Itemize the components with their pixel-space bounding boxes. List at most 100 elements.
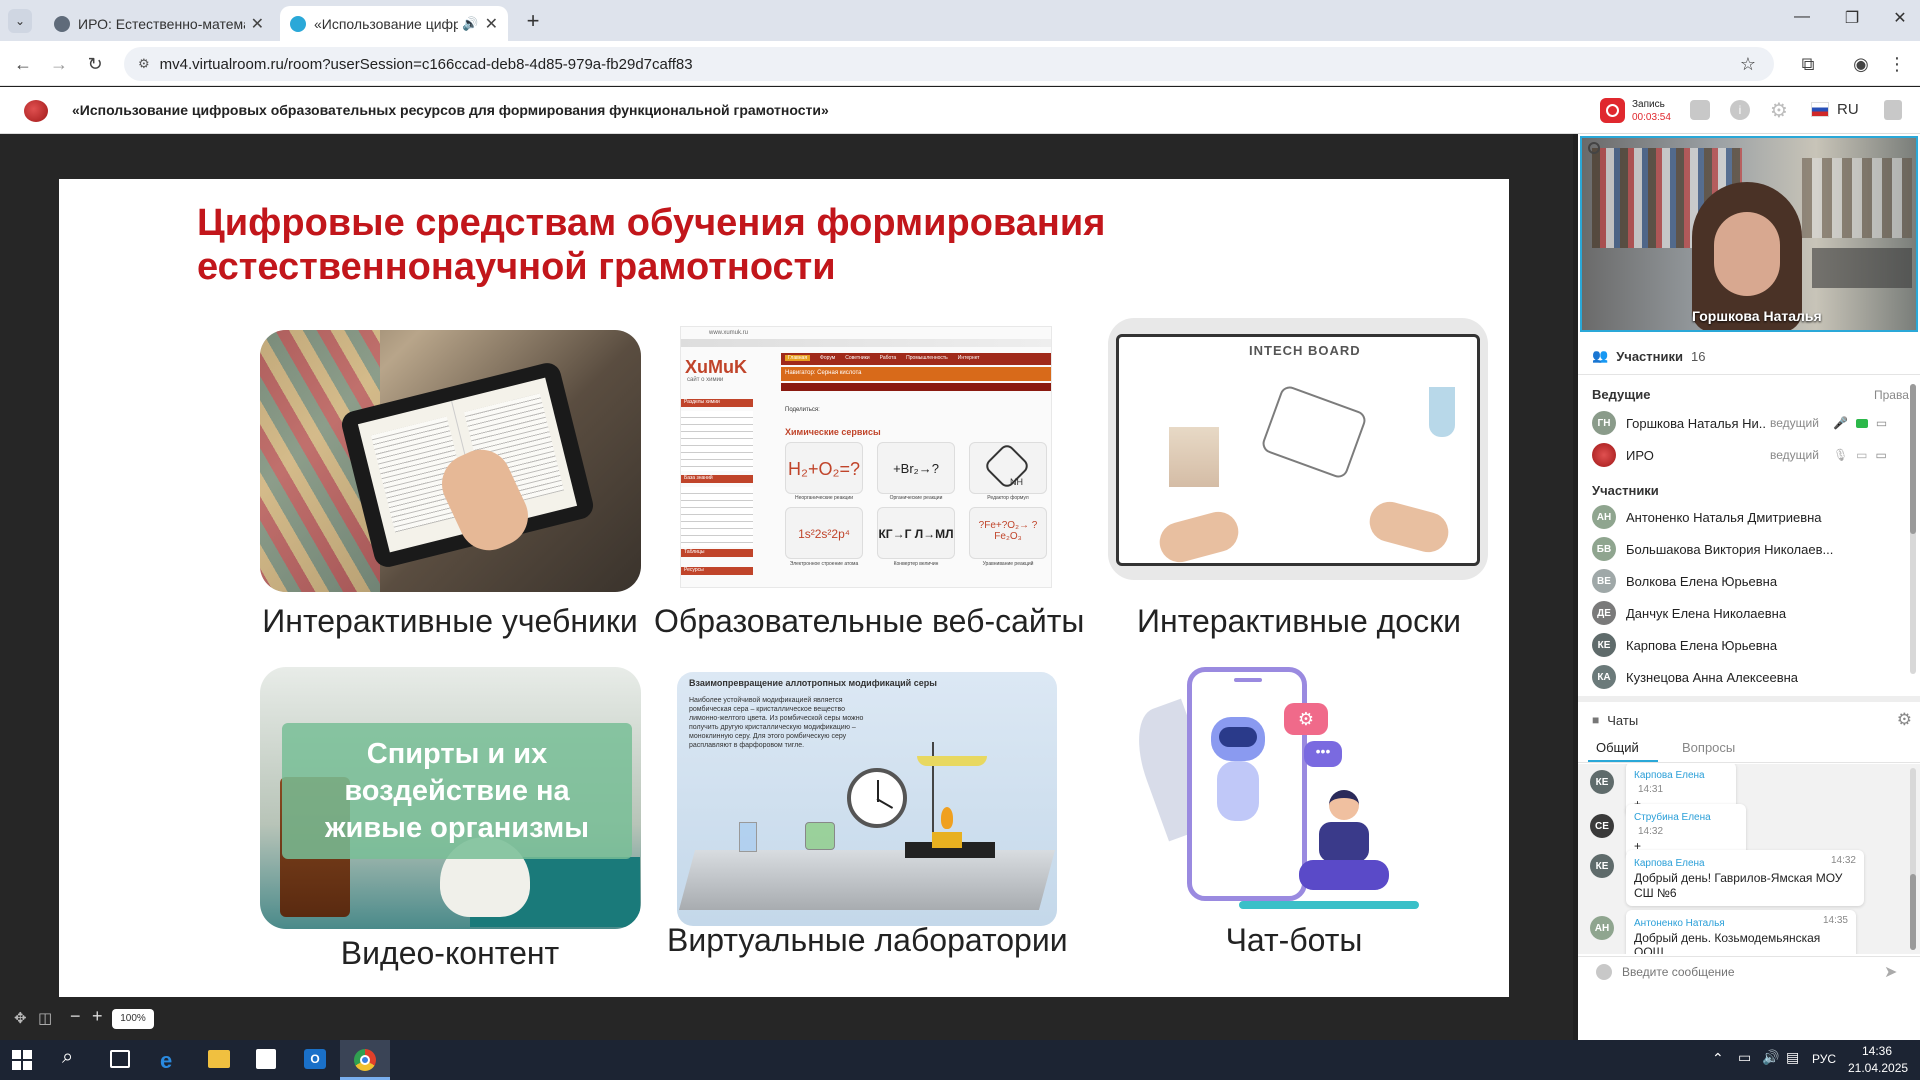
address-bar[interactable]: ⚙ mv4.virtualroom.ru/room?userSession=c1… xyxy=(124,47,1774,81)
zoom-level[interactable]: 100% xyxy=(112,1009,154,1029)
role-label: ведущий xyxy=(1770,416,1819,430)
restore-button[interactable]: ❐ xyxy=(1840,8,1864,28)
avatar: ВЕ xyxy=(1592,569,1616,593)
windows-start-icon[interactable] xyxy=(12,1050,32,1070)
host-row[interactable]: ГН Горшкова Наталья Ни... ведущий 🎤 ▭ xyxy=(1592,408,1902,438)
participant-row[interactable]: БВ Большакова Виктория Николаев... xyxy=(1592,534,1902,564)
speaker-video[interactable]: Горшкова Наталья xyxy=(1580,136,1918,332)
screen-icon[interactable]: ▭ xyxy=(1876,416,1887,430)
menu-icon[interactable]: ⋮ xyxy=(1884,51,1910,77)
language-selector[interactable]: RU xyxy=(1837,101,1859,118)
network-icon[interactable]: ▭ xyxy=(1738,1049,1751,1066)
tab-virtualroom[interactable]: «Использование цифров 🔊 ✕ xyxy=(280,6,508,41)
rights-label: Права xyxy=(1874,388,1909,402)
globe-icon xyxy=(54,15,70,32)
screen-icon[interactable]: ▭ xyxy=(1876,448,1887,462)
chat-scrollbar[interactable] xyxy=(1910,768,1916,950)
url-text: mv4.virtualroom.ru/room?userSession=c166… xyxy=(159,55,693,73)
participant-row[interactable]: КЕ Карпова Елена Юрьевна xyxy=(1592,630,1902,660)
camera-on-icon[interactable] xyxy=(1855,418,1868,428)
minimize-button[interactable]: — xyxy=(1790,8,1814,26)
participant-row[interactable]: ДЕ Данчук Елена Николаевна xyxy=(1592,598,1902,628)
record-icon[interactable] xyxy=(1600,98,1625,123)
volume-icon[interactable]: 🔊 xyxy=(1762,1049,1779,1066)
service-tile: H₂+O₂=? xyxy=(785,442,863,494)
zoom-out-button[interactable]: − xyxy=(70,1006,81,1027)
chat-message-input[interactable] xyxy=(1622,960,1872,984)
info-icon[interactable]: i xyxy=(1730,100,1750,120)
russian-flag-icon xyxy=(1811,102,1829,117)
tab-iro[interactable]: ИРО: Естественно-математиче ✕ xyxy=(44,6,274,41)
participant-name: Данчук Елена Николаевна xyxy=(1626,605,1787,621)
clock-time[interactable]: 14:36 xyxy=(1862,1044,1892,1058)
host-row[interactable]: ИРО ведущий 🎙 ▭ ▭ xyxy=(1592,440,1902,470)
outlook-icon[interactable]: O xyxy=(304,1049,326,1069)
participants-scrollbar[interactable] xyxy=(1910,384,1916,674)
participant-row[interactable]: ВЕ Волкова Елена Юрьевна xyxy=(1592,566,1902,596)
service-label: Органические реакции xyxy=(889,495,943,501)
keyboard-language[interactable]: РУС xyxy=(1812,1052,1836,1066)
pan-icon[interactable]: ✥ xyxy=(14,1009,27,1027)
edge-icon[interactable]: e xyxy=(160,1048,172,1074)
speaker-icon[interactable]: 🔊 xyxy=(462,16,478,32)
settings-icon[interactable]: ⚙ xyxy=(1770,98,1788,123)
participant-name: Большакова Виктория Николаев... xyxy=(1626,541,1834,557)
camera-off-icon[interactable]: ▭ xyxy=(1856,448,1867,462)
divider xyxy=(1578,762,1920,763)
store-icon[interactable] xyxy=(256,1049,276,1069)
close-window-button[interactable]: ✕ xyxy=(1888,8,1912,28)
forward-button[interactable]: → xyxy=(46,51,72,77)
emoji-icon[interactable] xyxy=(1596,964,1612,980)
room-title: «Использование цифровых образовательных … xyxy=(72,102,829,118)
participant-row[interactable]: КА Кузнецова Анна Алексеевна xyxy=(1592,662,1902,692)
extensions-icon[interactable]: ⧉ xyxy=(1795,51,1821,77)
mic-on-icon[interactable]: 🎤 xyxy=(1833,416,1848,430)
task-view-icon[interactable] xyxy=(110,1050,130,1068)
website-screenshot: www.xumuk.ru XuMuK сайт о химии Главная … xyxy=(680,326,1052,588)
avatar: ДЕ xyxy=(1592,601,1616,625)
service-label: Неорганические реакции xyxy=(794,495,854,501)
record-time: 00:03:54 xyxy=(1632,112,1671,123)
exit-icon[interactable] xyxy=(1884,100,1902,120)
iro-logo xyxy=(24,100,48,122)
notification-icon[interactable]: ▤ xyxy=(1786,1049,1799,1066)
mic-off-icon[interactable]: 🎙 xyxy=(1833,448,1848,462)
site-info-icon[interactable]: ⚙ xyxy=(138,56,150,72)
site-breadcrumb: Навигатор: Серная кислота xyxy=(785,370,862,376)
service-tile: 1s²2s²2p⁴ xyxy=(785,507,863,559)
folder-icon[interactable] xyxy=(1690,100,1710,120)
reload-button[interactable]: ↻ xyxy=(82,51,108,77)
avatar: СЕ xyxy=(1590,814,1614,838)
participants-header[interactable]: 👥 Участники 16 xyxy=(1592,344,1912,368)
participants-count: 16 xyxy=(1691,348,1706,364)
back-button[interactable]: ← xyxy=(10,51,36,77)
chat-settings-icon[interactable]: ⚙ xyxy=(1897,710,1912,730)
tab-title: ИРО: Естественно-математиче xyxy=(78,15,245,32)
chat-tab-questions[interactable]: Вопросы xyxy=(1682,740,1735,755)
site-share: Поделиться: xyxy=(785,407,820,413)
close-icon[interactable]: ✕ xyxy=(251,14,264,34)
search-icon[interactable]: ⌕ xyxy=(62,1046,73,1069)
virtual-lab-screenshot: Взаимопревращение аллотропных модификаци… xyxy=(677,672,1057,926)
service-tile: +Br₂→? xyxy=(877,442,955,494)
participant-row[interactable]: АН Антоненко Наталья Дмитриевна xyxy=(1592,502,1902,532)
fit-icon[interactable]: ◫ xyxy=(38,1009,52,1027)
close-icon[interactable]: ✕ xyxy=(485,14,498,34)
clock-date[interactable]: 21.04.2025 xyxy=(1848,1061,1908,1075)
interactive-board-photo: INTECH BOARD xyxy=(1108,318,1488,580)
send-icon[interactable]: ➤ xyxy=(1884,962,1897,982)
new-tab-button[interactable]: + xyxy=(520,8,546,34)
divider xyxy=(1578,956,1920,957)
tab-search-button[interactable]: ⌄ xyxy=(8,9,32,33)
bookmark-star-icon[interactable]: ☆ xyxy=(1740,54,1756,75)
chat-messages: КЕ Карпова Елена 14:31 + СЕ Струбина Еле… xyxy=(1578,764,1920,954)
profile-icon[interactable]: ◉ xyxy=(1848,51,1874,77)
tablet-photo xyxy=(260,330,641,592)
chat-tab-general[interactable]: Общий xyxy=(1596,740,1639,755)
zoom-in-button[interactable]: + xyxy=(92,1006,103,1027)
tray-chevron-icon[interactable]: ⌃ xyxy=(1712,1050,1724,1067)
presentation-stage: Цифровые средствам обучения формирования… xyxy=(0,134,1573,1044)
avatar: АН xyxy=(1590,916,1614,940)
file-explorer-icon[interactable] xyxy=(208,1050,230,1068)
chrome-icon[interactable] xyxy=(340,1040,390,1080)
